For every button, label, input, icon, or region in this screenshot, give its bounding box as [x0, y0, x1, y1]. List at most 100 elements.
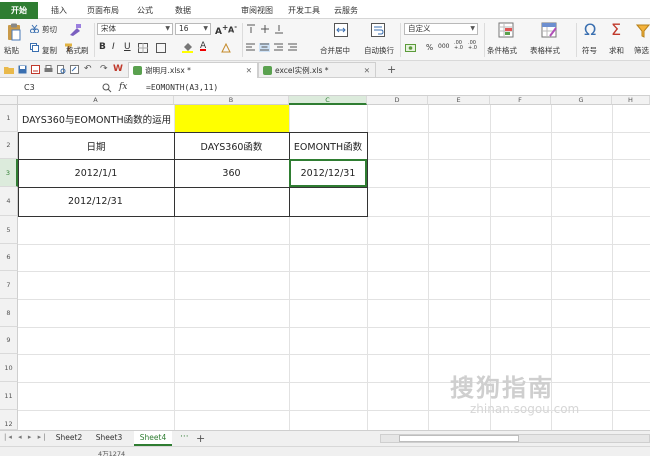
- italic-icon[interactable]: I: [112, 42, 115, 52]
- row-header-1[interactable]: 1: [0, 105, 18, 132]
- table-style-label[interactable]: 表格样式: [530, 45, 560, 56]
- preview-icon[interactable]: [57, 65, 66, 74]
- column-header-c[interactable]: C: [289, 96, 367, 105]
- cell-a4[interactable]: 2012/12/31: [18, 187, 174, 216]
- tab-view[interactable]: 视图: [248, 2, 282, 19]
- fx-icon[interactable]: fx: [119, 82, 127, 92]
- underline-icon[interactable]: U: [124, 42, 131, 52]
- row-header-4[interactable]: 4: [0, 187, 18, 216]
- conditional-format-label[interactable]: 条件格式: [487, 45, 517, 56]
- column-header-e[interactable]: E: [428, 96, 490, 105]
- conditional-format-icon[interactable]: [498, 22, 514, 38]
- column-header-a[interactable]: A: [18, 96, 174, 105]
- document-tab-active[interactable]: 谢明月.xlsx * ✕: [128, 62, 258, 78]
- more-sheets-icon[interactable]: ···: [180, 432, 189, 442]
- horizontal-scrollbar[interactable]: [380, 434, 650, 443]
- tab-insert[interactable]: 插入: [42, 2, 76, 19]
- decrease-font-icon[interactable]: A-: [228, 23, 237, 35]
- open-icon[interactable]: [4, 65, 14, 74]
- sum-icon[interactable]: Σ: [611, 20, 621, 39]
- merge-cells-small-icon[interactable]: [156, 43, 166, 53]
- cell-b2[interactable]: DAYS360函数: [174, 132, 289, 159]
- paste-label[interactable]: 粘贴: [4, 45, 19, 56]
- tab-developer[interactable]: 开发工具: [284, 2, 324, 19]
- tab-formulas[interactable]: 公式: [128, 2, 162, 19]
- cut-icon[interactable]: [30, 24, 39, 33]
- sheet-tab[interactable]: Sheet2: [52, 431, 86, 446]
- cell-c3-selected[interactable]: 2012/12/31: [289, 159, 367, 187]
- save-icon[interactable]: [18, 65, 27, 74]
- spreadsheet-grid[interactable]: A B C D E F G H 1 2 3 4 5 6 7 8 9 10 11 …: [0, 96, 650, 430]
- cell-b3[interactable]: 360: [174, 159, 289, 187]
- tab-page-layout[interactable]: 页面布局: [80, 2, 126, 19]
- bold-icon[interactable]: B: [99, 42, 106, 52]
- copy-label[interactable]: 复制: [42, 45, 57, 56]
- tab-home[interactable]: 开始: [0, 2, 38, 19]
- select-all-corner[interactable]: [0, 96, 18, 105]
- filter-label[interactable]: 筛选: [634, 45, 649, 56]
- cell-b1-fill[interactable]: [175, 105, 289, 132]
- formula-input[interactable]: =EOMONTH(A3,11): [146, 81, 218, 94]
- scrollbar-thumb[interactable]: [399, 435, 519, 442]
- vertical-align-icons[interactable]: [246, 24, 294, 34]
- sheet-nav-icon[interactable]: |◂ ◂ ▸ ▸|: [4, 433, 47, 441]
- merge-center-icon[interactable]: [334, 23, 348, 37]
- sheet-tab[interactable]: Sheet3: [92, 431, 126, 446]
- clear-icon[interactable]: [221, 42, 231, 53]
- copy-icon[interactable]: [30, 43, 39, 52]
- symbol-icon[interactable]: Ω: [584, 20, 596, 39]
- row-header-12[interactable]: 12: [0, 410, 18, 430]
- tab-cloud[interactable]: 云服务: [330, 2, 362, 19]
- filter-icon[interactable]: [636, 23, 650, 39]
- sheet-tab-active[interactable]: Sheet4: [134, 431, 172, 446]
- symbol-label[interactable]: 符号: [582, 45, 597, 56]
- cell-a3[interactable]: 2012/1/1: [18, 159, 174, 187]
- row-header-7[interactable]: 7: [0, 271, 18, 299]
- row-header-3[interactable]: 3: [0, 159, 18, 187]
- print-icon[interactable]: [44, 65, 53, 74]
- row-header-9[interactable]: 9: [0, 327, 18, 354]
- format-painter-big-icon[interactable]: [68, 23, 82, 37]
- decrease-decimal-icon[interactable]: .00 +.0: [468, 41, 478, 51]
- font-name-select[interactable]: 宋体 ▼: [97, 23, 173, 35]
- document-tab[interactable]: excel实例.xls * ✕: [258, 62, 376, 78]
- row-header-8[interactable]: 8: [0, 299, 18, 327]
- cell-c4[interactable]: [289, 187, 367, 216]
- close-icon[interactable]: ✕: [246, 63, 252, 78]
- wrap-text-label[interactable]: 自动换行: [364, 45, 394, 56]
- pdf-export-icon[interactable]: [31, 65, 40, 74]
- undo-icon[interactable]: ↶: [84, 64, 92, 74]
- cut-label[interactable]: 剪切: [42, 24, 57, 35]
- increase-font-icon[interactable]: A+: [215, 23, 228, 37]
- zoom-icon[interactable]: [102, 83, 112, 93]
- column-header-b[interactable]: B: [174, 96, 289, 105]
- cell-a2[interactable]: 日期: [18, 132, 174, 159]
- font-size-select[interactable]: 16 ▼: [175, 23, 211, 35]
- merge-center-label[interactable]: 合并居中: [320, 45, 350, 56]
- borders-icon[interactable]: [138, 43, 148, 53]
- new-tab-button[interactable]: +: [387, 63, 396, 76]
- number-format-select[interactable]: 自定义 ▼: [404, 23, 478, 35]
- percent-icon[interactable]: %: [426, 43, 433, 52]
- cell-c2[interactable]: EOMONTH函数: [289, 132, 367, 159]
- column-header-f[interactable]: F: [490, 96, 551, 105]
- redo-icon[interactable]: ↷: [100, 64, 108, 74]
- fill-color-icon[interactable]: [182, 42, 193, 53]
- column-header-d[interactable]: D: [367, 96, 428, 105]
- name-box[interactable]: C3: [24, 81, 94, 94]
- paste-icon[interactable]: [6, 23, 22, 41]
- cell-a1[interactable]: DAYS360与EOMONTH函数的运用: [22, 105, 174, 132]
- tab-data[interactable]: 数据: [166, 2, 200, 19]
- row-header-11[interactable]: 11: [0, 382, 18, 410]
- thousands-icon[interactable]: 000: [438, 43, 449, 50]
- sum-label[interactable]: 求和: [609, 45, 624, 56]
- currency-icon[interactable]: [405, 43, 417, 53]
- column-header-h[interactable]: H: [612, 96, 650, 105]
- format-brush-icon[interactable]: [70, 65, 79, 74]
- increase-decimal-icon[interactable]: .00 +.0: [454, 41, 464, 51]
- table-style-icon[interactable]: [541, 22, 557, 38]
- row-header-10[interactable]: 10: [0, 354, 18, 382]
- close-icon[interactable]: ✕: [364, 63, 370, 78]
- column-header-g[interactable]: G: [551, 96, 612, 105]
- row-header-5[interactable]: 5: [0, 216, 18, 244]
